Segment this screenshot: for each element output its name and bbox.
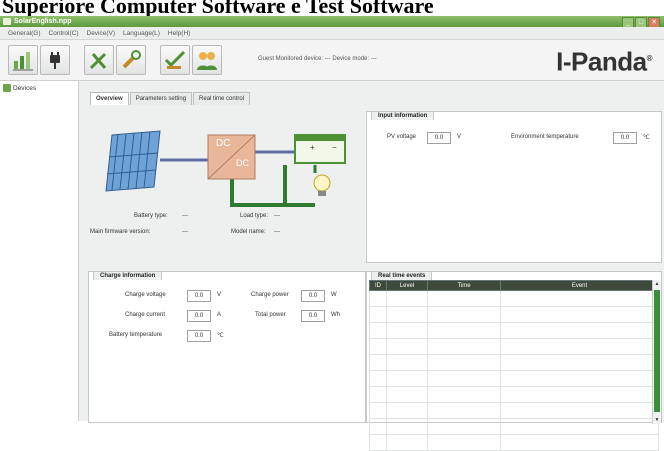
tools-button[interactable] — [84, 45, 114, 75]
menu-device[interactable]: Device(V) — [87, 30, 116, 37]
solar-panel-icon — [105, 130, 161, 192]
tools-icon — [89, 52, 107, 70]
table-row — [369, 354, 659, 371]
table-row — [369, 322, 659, 339]
pv-voltage-label: PV voltage — [387, 134, 417, 140]
input-information-panel: Input information PV voltage 0.0 V Envir… — [366, 111, 662, 263]
table-row — [369, 386, 659, 403]
tree-node-devices[interactable]: Devices — [3, 84, 36, 92]
menu-general[interactable]: General(G) — [8, 30, 41, 37]
model-name-label: Model name: — [231, 229, 266, 235]
battery-temp-label: Battery temperature — [109, 332, 163, 338]
table-row — [369, 434, 659, 451]
chart-button[interactable] — [8, 45, 38, 75]
battery-temp-unit: ℃ — [217, 333, 224, 339]
menu-language[interactable]: Language(L) — [123, 30, 160, 37]
menu-bar: General(G) Control(C) Device(V) Language… — [0, 27, 664, 40]
load-type-value: --- — [274, 213, 280, 219]
battery-type-label: Battery type: — [134, 213, 168, 219]
lightbulb-icon — [313, 174, 331, 192]
scroll-thumb[interactable] — [654, 290, 660, 412]
charge-power-unit: W — [331, 292, 337, 298]
users-icon — [197, 52, 217, 70]
checklist-button[interactable] — [160, 45, 190, 75]
table-row — [369, 306, 659, 323]
battery-temp-field[interactable]: 0.0 — [187, 330, 211, 342]
battery-plus-label: + — [310, 143, 315, 152]
table-row — [369, 338, 659, 355]
app-window: SolarEnglish.npp _ □ ✕ General(G) Contro… — [0, 16, 664, 451]
model-name-value: --- — [274, 229, 280, 235]
checklist-icon — [164, 50, 186, 69]
menu-control[interactable]: Control(C) — [49, 30, 79, 37]
battery-minus-label: − — [332, 143, 337, 152]
charge-power-label: Charge power — [251, 292, 289, 298]
devices-icon — [3, 84, 11, 92]
system-diagram: DC DC + − Battery type: --- Load type: -… — [90, 105, 360, 255]
status-text: Guest Monitored device: --- Device mode:… — [258, 56, 377, 62]
users-button[interactable] — [192, 45, 222, 75]
events-col-event[interactable]: Event — [500, 280, 659, 291]
load-type-label: Load type: — [240, 213, 269, 219]
window-title: SolarEnglish.npp — [14, 18, 72, 25]
plug-icon — [50, 52, 60, 69]
tab-parameters-setting[interactable]: Parameters setting — [129, 92, 193, 105]
menu-help[interactable]: Help(H) — [168, 30, 190, 37]
battery-type-value: --- — [182, 213, 188, 219]
brand-logo: I-Panda® — [556, 46, 652, 77]
table-row — [369, 290, 659, 307]
charge-current-label: Charge current — [125, 312, 166, 318]
charge-voltage-label: Charge voltage — [125, 292, 166, 298]
scroll-up-icon[interactable]: ▲ — [653, 280, 661, 288]
firmware-value: --- — [182, 229, 188, 235]
table-row — [369, 370, 659, 387]
table-row — [369, 402, 659, 419]
scroll-down-icon[interactable]: ▼ — [653, 416, 661, 424]
env-temp-label: Environment temperature — [511, 134, 579, 140]
firmware-label: Main firmware version: — [90, 229, 151, 235]
main-area: Overview Parameters setting Real time co… — [82, 81, 662, 451]
pv-voltage-field[interactable]: 0.0 — [427, 132, 451, 144]
charge-voltage-field[interactable]: 0.0 — [187, 290, 211, 302]
env-temp-unit: ℃ — [643, 135, 650, 141]
chart-icon — [13, 52, 33, 71]
plug-button[interactable] — [40, 45, 70, 75]
dc-input-label: DC — [216, 138, 231, 149]
events-col-time[interactable]: Time — [427, 280, 501, 291]
charge-power-field[interactable]: 0.0 — [301, 290, 325, 302]
charge-current-field[interactable]: 0.0 — [187, 310, 211, 322]
charge-voltage-unit: V — [217, 292, 222, 298]
banner-caption: Superiore Computer Software e Test Softw… — [2, 0, 434, 16]
tab-overview[interactable]: Overview — [90, 92, 129, 105]
total-power-field[interactable]: 0.0 — [301, 310, 325, 322]
events-col-id[interactable]: ID — [369, 280, 387, 291]
app-icon — [3, 18, 11, 25]
charge-current-unit: A — [217, 312, 222, 318]
toolbar: Guest Monitored device: --- Device mode:… — [0, 40, 664, 81]
input-information-title: Input information — [371, 111, 435, 120]
diagram-graphic — [105, 130, 346, 207]
events-scrollbar[interactable]: ▲ ▼ — [652, 280, 661, 424]
title-bar: SolarEnglish.npp _ □ ✕ — [0, 16, 664, 28]
device-tree: Devices — [0, 81, 79, 421]
dc-output-label: DC — [236, 158, 249, 168]
real-time-events-panel: Real time events ID Level Time Event ▲ ▼ — [366, 271, 662, 451]
wrench-icon — [122, 50, 141, 69]
env-temp-field[interactable]: 0.0 — [613, 132, 637, 144]
tab-strip: Overview Parameters setting Real time co… — [90, 92, 251, 105]
total-power-unit: Wh — [331, 312, 340, 318]
tab-real-time-control[interactable]: Real time control — [193, 92, 251, 105]
pv-voltage-unit: V — [457, 134, 462, 140]
events-col-level[interactable]: Level — [386, 280, 428, 291]
real-time-events-title: Real time events — [371, 271, 433, 280]
total-power-label: Total power — [255, 312, 286, 318]
events-table: ID Level Time Event — [369, 280, 659, 451]
charge-information-title: Charge information — [93, 271, 163, 280]
wrench-button[interactable] — [116, 45, 146, 75]
charge-information-panel: Charge information Charge voltage 0.0 V … — [88, 271, 366, 423]
